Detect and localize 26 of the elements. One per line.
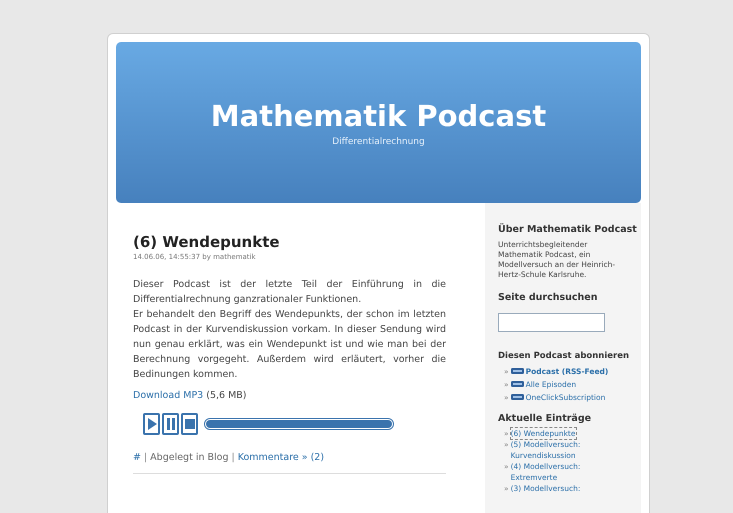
category-text: Abgelegt in Blog — [150, 450, 229, 464]
sidebar-heading: Seite durchsuchen — [498, 291, 598, 306]
separator: | — [144, 450, 148, 464]
sidebar-heading: Diesen Podcast abonnieren — [498, 350, 630, 363]
rss-icon — [510, 394, 524, 400]
pause-button[interactable] — [162, 412, 179, 434]
site-title: Mathematik Podcast — [210, 99, 546, 134]
pause-icon — [166, 418, 176, 430]
rss-icon — [510, 381, 524, 388]
play-icon — [146, 418, 156, 430]
permalink-link[interactable]: # — [133, 450, 141, 464]
search-field[interactable] — [498, 312, 605, 332]
sidebar-heading: Aktuelle Einträge — [498, 412, 592, 426]
download-link[interactable]: Download MP3 — [133, 390, 204, 400]
file-size: (5,6 MB) — [206, 390, 247, 400]
post-paragraph: Er behandelt den Begriff des Wendepunkts, der schon im letzten Podcast in der Kurvendiskussion vorkam. In dieser Sendung wird nun genau erklärt, was ein Wendepunkt ist und wie man bei der Berechnung vorgegeht. Außerdem wird erläutert, vorher die Bedinungen kommen. — [133, 308, 446, 382]
post-paragraph: Dieser Podcast ist der letzte Teil der Einführung in die Differentialrechnung ganzrationaler Funktionen. — [133, 278, 446, 306]
site-subtitle: Differentialrechnung — [332, 136, 425, 150]
sidebar-heading: Über Mathematik Podcast — [498, 223, 637, 237]
stop-button[interactable] — [181, 412, 198, 434]
play-button[interactable] — [143, 412, 160, 434]
rss-icon — [510, 368, 524, 374]
separator: | — [232, 450, 235, 464]
post-title: (6) Wendepunkte — [133, 233, 281, 251]
stop-icon — [184, 418, 194, 428]
comments-link[interactable]: Kommentare » (2) — [238, 450, 324, 464]
